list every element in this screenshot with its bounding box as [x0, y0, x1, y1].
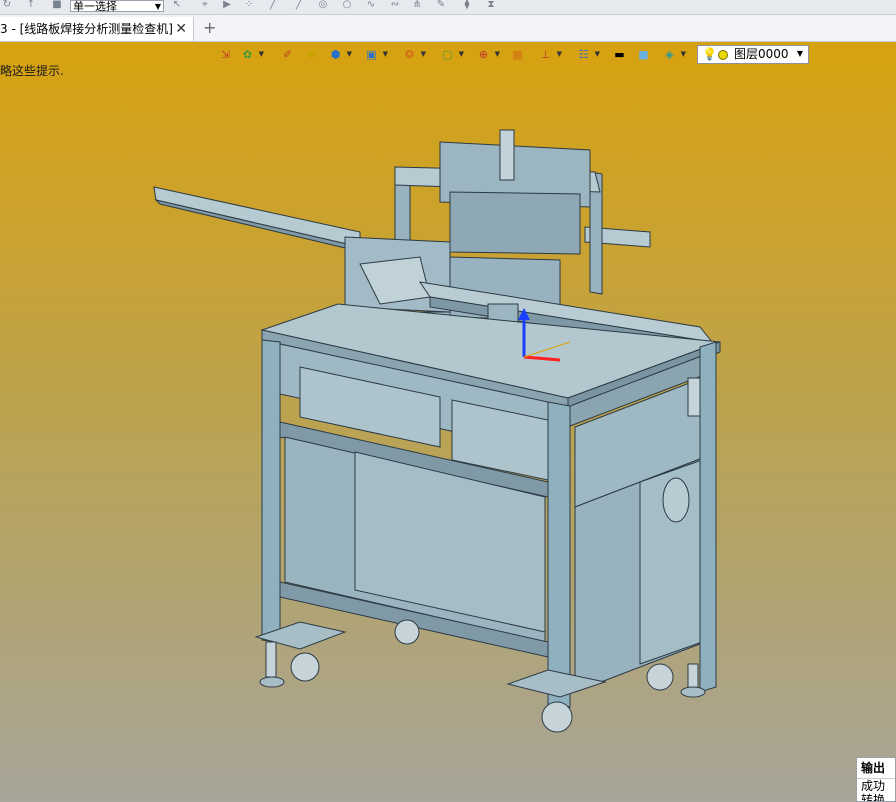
- play-icon[interactable]: ▶: [222, 0, 232, 10]
- output-panel: 输出 成功 转换: [856, 757, 896, 802]
- add-tab-icon[interactable]: +: [203, 17, 216, 39]
- bucket-icon[interactable]: ⧗: [486, 0, 496, 10]
- branch-icon[interactable]: ⋔: [412, 0, 422, 10]
- output-line: 转换: [861, 793, 886, 802]
- document-tabbar: 3 - [线路板焊接分析测量检查机] ✕: [0, 15, 896, 42]
- chevron-down-icon: ▼: [154, 2, 161, 11]
- wave-icon[interactable]: ∾: [390, 0, 400, 10]
- selection-mode-select[interactable]: 单一选择 ▼: [70, 0, 164, 13]
- circle-icon[interactable]: ○: [342, 0, 352, 10]
- stop-icon[interactable]: ■: [52, 0, 62, 10]
- pointer-icon[interactable]: ↑: [26, 0, 36, 10]
- top-toolbar: ↻ ↑ ■ 单一选择 ▼ ↖ ⌖ ▶ ⁘ ╱ ╱ ◎ ○ ∿ ∾ ⋔ ✎ ⧫ ⧗: [0, 0, 896, 15]
- stamp-icon[interactable]: ⧫: [462, 0, 472, 10]
- curve-icon[interactable]: ∿: [366, 0, 376, 10]
- tab-document[interactable]: 3 - [线路板焊接分析测量检查机] ✕: [0, 17, 194, 41]
- 3d-viewport[interactable]: 略这些提示. ⇲ ✿ ▼ ✐ ◆ ⬢ ▼ ▣ ▼ ❂ ▼ ▢ ▼ ⊕ ▼ ▦ ⊥ ▼ ☷ ▼ ▬…: [0, 42, 896, 802]
- line-icon[interactable]: ╱: [268, 0, 278, 10]
- line2-icon[interactable]: ╱: [294, 0, 304, 10]
- output-line: 成功: [861, 779, 886, 793]
- output-title: 输出: [857, 758, 895, 779]
- rotate-icon[interactable]: ↻: [2, 0, 12, 10]
- circle-target-icon[interactable]: ◎: [318, 0, 328, 10]
- selection-mode-value: 单一选择: [73, 0, 117, 13]
- cursor-icon[interactable]: ↖: [172, 0, 182, 10]
- dots-icon[interactable]: ⁘: [244, 0, 254, 10]
- snap-icon[interactable]: ⌖: [200, 0, 210, 10]
- pen-icon[interactable]: ✎: [436, 0, 446, 10]
- tab-label: 3 - [线路板焊接分析测量检查机]: [0, 22, 173, 36]
- close-icon[interactable]: ✕: [175, 17, 187, 41]
- machine-model[interactable]: [0, 42, 896, 802]
